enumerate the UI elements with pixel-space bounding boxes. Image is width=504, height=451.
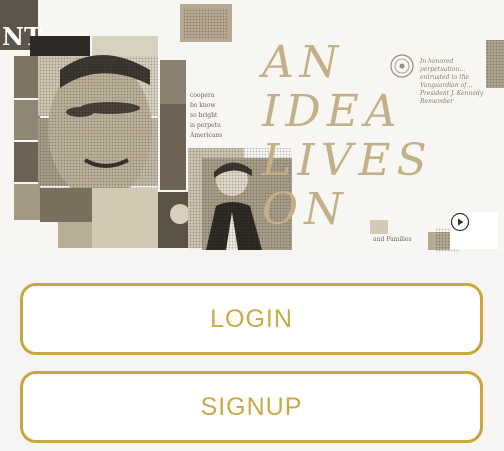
side-text-line: Americans: [190, 132, 223, 139]
login-button[interactable]: LOGIN: [20, 283, 483, 355]
headline: AN IDEA LIVES ON: [262, 38, 433, 234]
side-text-line: be know: [190, 102, 216, 109]
headline-line: ON: [262, 184, 349, 235]
side-text-line: coopera: [190, 92, 215, 99]
play-circle-icon: [450, 212, 470, 232]
side-text-line: is perpetu: [190, 122, 221, 129]
side-text-line: so bright: [190, 112, 218, 119]
headline-line: IDEA: [262, 86, 403, 137]
headline-line: LIVES: [262, 135, 433, 186]
play-button[interactable]: [450, 212, 498, 249]
signup-button[interactable]: SIGNUP: [20, 371, 483, 443]
seal-caption: In honored perpetuation… entrusted to th…: [420, 58, 484, 105]
hero-banner: NT AN IDEA LIVES ON In honored perpetuat…: [0, 0, 504, 252]
bottom-caption: and Families: [373, 236, 412, 243]
headline-line: AN: [262, 37, 345, 88]
